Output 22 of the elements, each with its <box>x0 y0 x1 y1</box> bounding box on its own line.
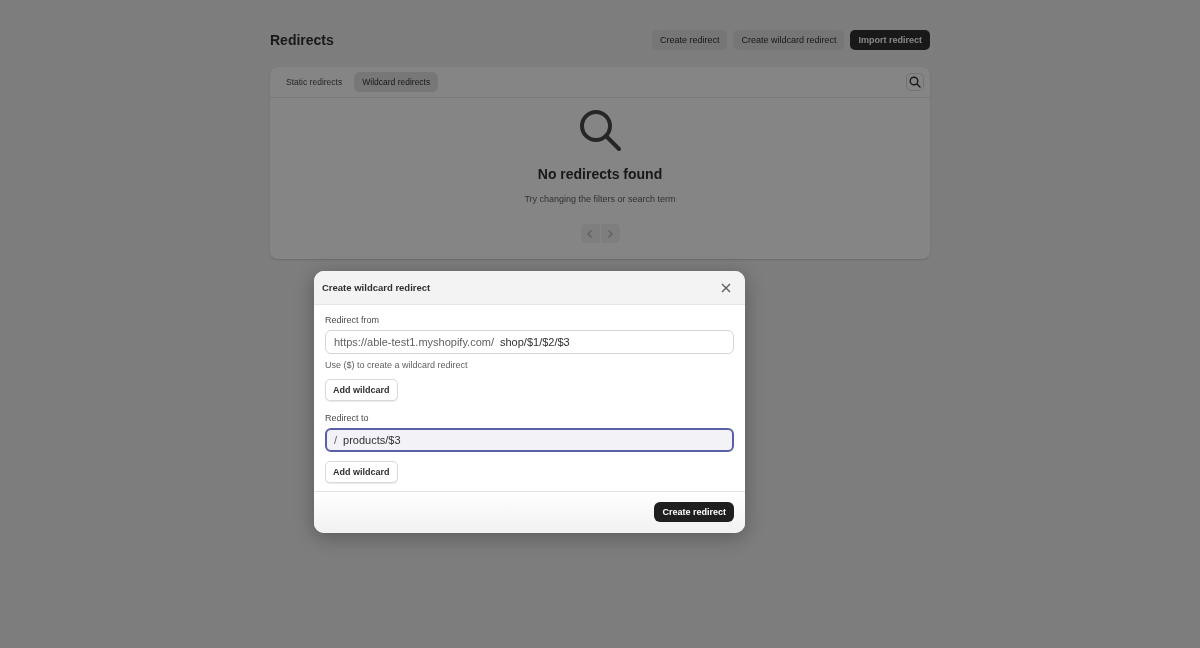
add-wildcard-button[interactable]: Add wildcard <box>325 461 398 483</box>
action-button[interactable]: Create redirect <box>651 30 728 50</box>
tab[interactable]: Wildcard redirects <box>354 72 439 92</box>
dialog-title: Create wildcard redirect <box>322 282 431 293</box>
tab[interactable]: Static redirects <box>278 72 351 92</box>
help-text: Use ($) to create a wildcard redirect <box>325 360 468 370</box>
search-button[interactable] <box>906 73 924 91</box>
page-title: Redirects <box>270 32 334 48</box>
add-wildcard-button[interactable]: Add wildcard <box>325 379 398 401</box>
input-field[interactable]: https://able-test1.myshopify.com/ shop/$1/$2/$3 <box>325 330 734 354</box>
empty-state-title: No redirects found <box>537 166 663 182</box>
chevron-left-icon <box>586 228 594 239</box>
close-button[interactable] <box>721 282 731 293</box>
create-redirect-button[interactable]: Create redirect <box>654 502 734 522</box>
input-field[interactable]: / products/$3 <box>325 428 734 452</box>
empty-state-message: Try changing the filters or search term <box>524 194 676 204</box>
chevron-right-icon <box>606 228 614 239</box>
action-button[interactable]: Import redirect <box>850 30 930 50</box>
search-icon <box>578 108 622 152</box>
field-label: Redirect from <box>325 315 379 325</box>
field-label: Redirect to <box>325 413 369 423</box>
action-button[interactable]: Create wildcard redirect <box>733 30 845 50</box>
